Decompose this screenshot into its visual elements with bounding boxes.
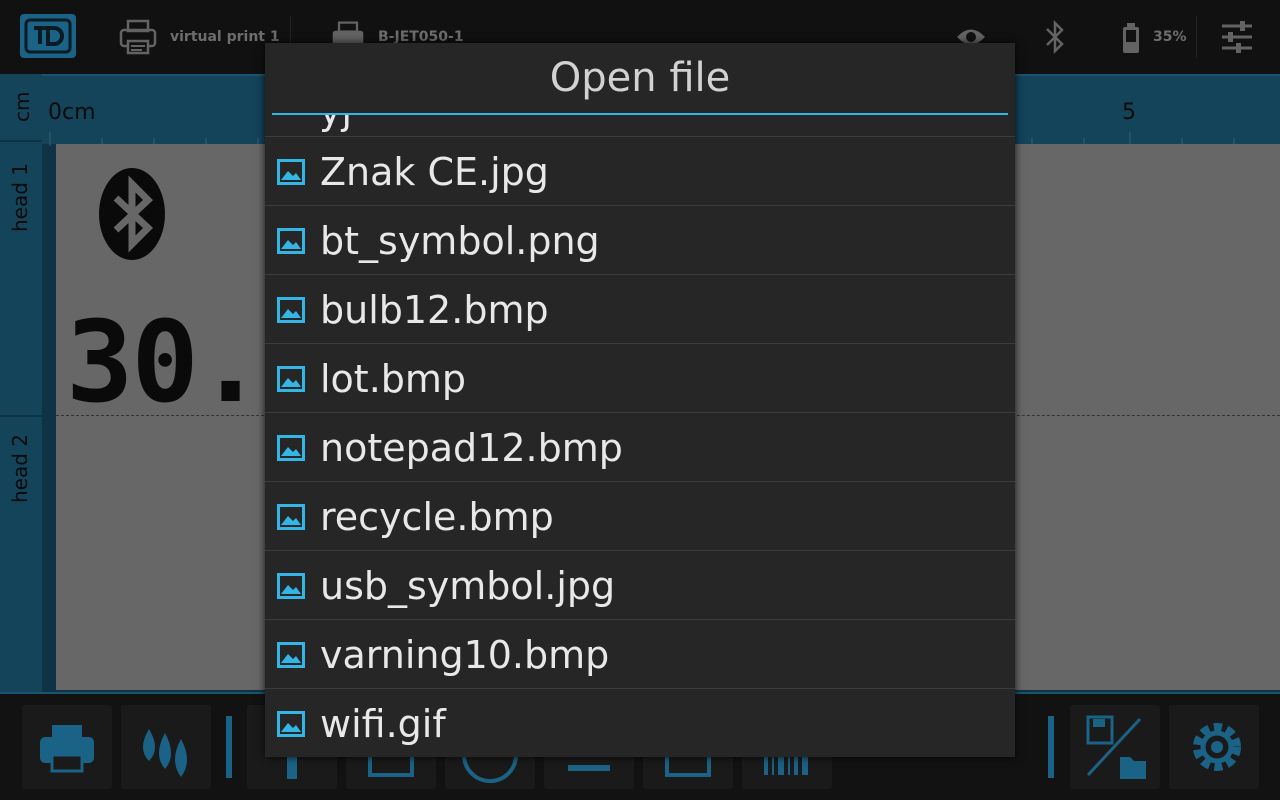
app-window: virtual print 1 B-JET050-1 35% 0cm 5 cm …: [0, 0, 1280, 800]
file-name: varning10.bmp: [320, 633, 610, 677]
file-name: usb_symbol.jpg: [320, 564, 616, 608]
image-icon: [277, 711, 305, 737]
file-item[interactable]: wifi.gif: [265, 688, 1015, 757]
dialog-title: Open file: [549, 55, 731, 101]
open-file-dialog: Open file yj Znak CE.jpg bt_symbol.png b…: [265, 43, 1015, 757]
file-item[interactable]: lot.bmp: [265, 343, 1015, 412]
image-icon: [277, 435, 305, 461]
image-icon: [277, 297, 305, 323]
file-item[interactable]: usb_symbol.jpg: [265, 550, 1015, 619]
file-name: Znak CE.jpg: [320, 150, 549, 194]
image-icon: [277, 504, 305, 530]
file-item[interactable]: notepad12.bmp: [265, 412, 1015, 481]
file-item[interactable]: Znak CE.jpg: [265, 136, 1015, 205]
file-item[interactable]: recycle.bmp: [265, 481, 1015, 550]
file-list[interactable]: yj Znak CE.jpg bt_symbol.png bulb12.bmp …: [265, 115, 1015, 757]
file-name: bt_symbol.png: [320, 219, 600, 263]
file-name: lot.bmp: [320, 357, 467, 401]
image-icon: [277, 573, 305, 599]
image-icon: [277, 642, 305, 668]
file-name: recycle.bmp: [320, 495, 554, 539]
file-name: bulb12.bmp: [320, 288, 549, 332]
image-icon: [277, 159, 305, 185]
file-item[interactable]: bt_symbol.png: [265, 205, 1015, 274]
image-icon: [277, 228, 305, 254]
file-item[interactable]: varning10.bmp: [265, 619, 1015, 688]
list-item-partial: yj: [319, 115, 352, 133]
file-item[interactable]: bulb12.bmp: [265, 274, 1015, 343]
image-icon: [277, 366, 305, 392]
file-name: notepad12.bmp: [320, 426, 623, 470]
file-name: wifi.gif: [320, 702, 446, 746]
